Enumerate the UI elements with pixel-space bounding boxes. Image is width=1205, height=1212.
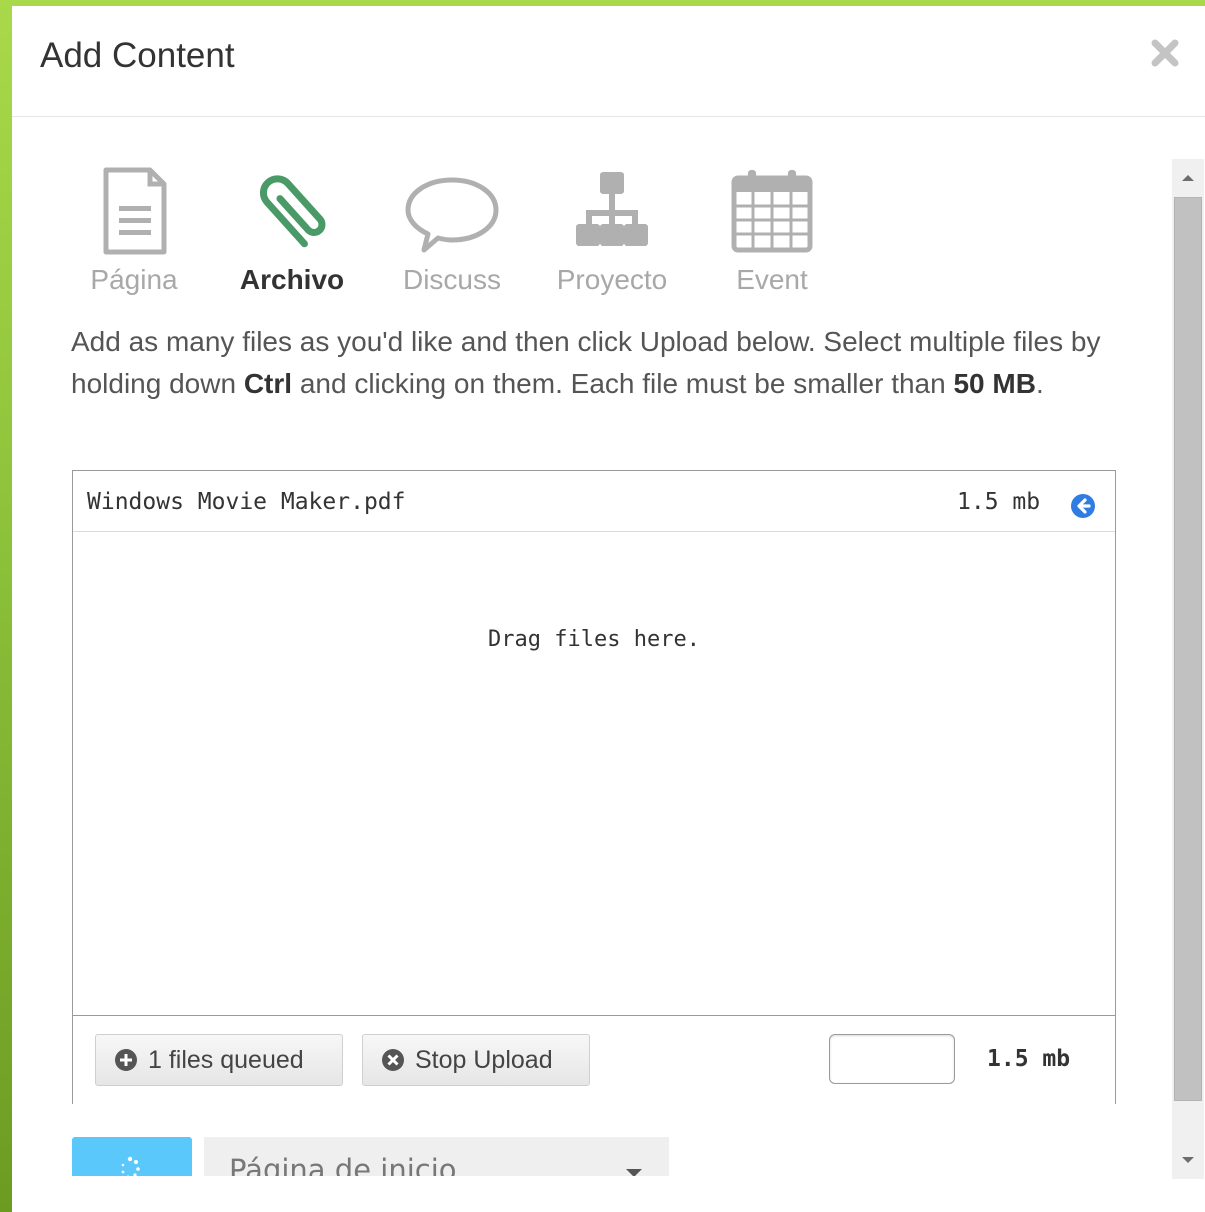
destination-selected: Página de inicio <box>229 1153 457 1176</box>
files-queued-label: 1 files queued <box>148 1045 304 1074</box>
type-event-label: Event <box>736 264 808 295</box>
upload-progress-bar <box>829 1034 955 1084</box>
file-uploader[interactable]: Windows Movie Maker.pdf 1.5 mb Drag file… <box>72 470 1116 1104</box>
modal-title: Add Content <box>40 36 235 75</box>
destination-select[interactable]: Página de inicio <box>204 1137 669 1176</box>
instructions-size-limit: 50 MB <box>953 368 1036 399</box>
scrollbar[interactable] <box>1172 159 1204 1179</box>
scrollbar-thumb[interactable] <box>1174 197 1202 1101</box>
add-content-modal: Add Content Página Archivo Discuss Proye… <box>12 6 1205 1212</box>
uploader-footer: 1 files queued Stop Upload 1.5 mb <box>73 1015 1115 1104</box>
type-project[interactable]: Proyecto <box>542 166 682 306</box>
upload-instructions: Add as many files as you'd like and then… <box>71 321 1131 405</box>
type-project-label: Proyecto <box>556 264 668 295</box>
total-size: 1.5 mb <box>987 1046 1071 1072</box>
type-file[interactable]: Archivo <box>222 166 362 306</box>
file-name: Windows Movie Maker.pdf <box>87 489 406 515</box>
instructions-text: and clicking on them. Each file must be … <box>292 368 954 399</box>
add-files-button[interactable]: 1 files queued <box>95 1034 343 1086</box>
scroll-down-arrow[interactable] <box>1172 1143 1204 1179</box>
spinner-icon <box>121 1156 140 1176</box>
content-type-selector: Página Archivo Discuss Proyecto Event <box>64 166 844 306</box>
plus-circle-icon <box>115 1049 137 1071</box>
type-event[interactable]: Event <box>702 166 842 306</box>
close-button[interactable] <box>1146 34 1184 72</box>
paperclip-icon <box>260 175 326 248</box>
upload-button[interactable] <box>72 1137 192 1176</box>
queued-file-row: Windows Movie Maker.pdf 1.5 mb <box>73 471 1115 532</box>
instructions-text: . <box>1035 368 1044 399</box>
chevron-down-icon <box>626 1169 642 1176</box>
drop-zone-text: Drag files here. <box>488 627 700 652</box>
file-size: 1.5 mb <box>957 489 1041 515</box>
stop-upload-button[interactable]: Stop Upload <box>362 1034 590 1086</box>
speech-bubble-icon <box>405 177 499 253</box>
stop-circle-icon <box>382 1049 404 1071</box>
modal-body: Página Archivo Discuss Proyecto Event Ad… <box>12 116 1205 1176</box>
type-page-label: Página <box>90 264 178 295</box>
type-file-label: Archivo <box>239 264 345 295</box>
calendar-icon <box>731 170 813 253</box>
type-discuss-label: Discuss <box>402 264 501 295</box>
org-chart-icon <box>576 172 648 246</box>
type-discuss[interactable]: Discuss <box>382 166 522 306</box>
remove-circle-icon[interactable] <box>1070 493 1096 519</box>
scroll-up-arrow[interactable] <box>1172 159 1204 195</box>
type-page[interactable]: Página <box>64 166 204 306</box>
page-icon <box>103 167 167 255</box>
stop-upload-label: Stop Upload <box>415 1045 553 1074</box>
close-icon <box>1151 39 1179 67</box>
instructions-ctrl: Ctrl <box>243 368 293 399</box>
modal-header: Add Content <box>12 6 1205 117</box>
